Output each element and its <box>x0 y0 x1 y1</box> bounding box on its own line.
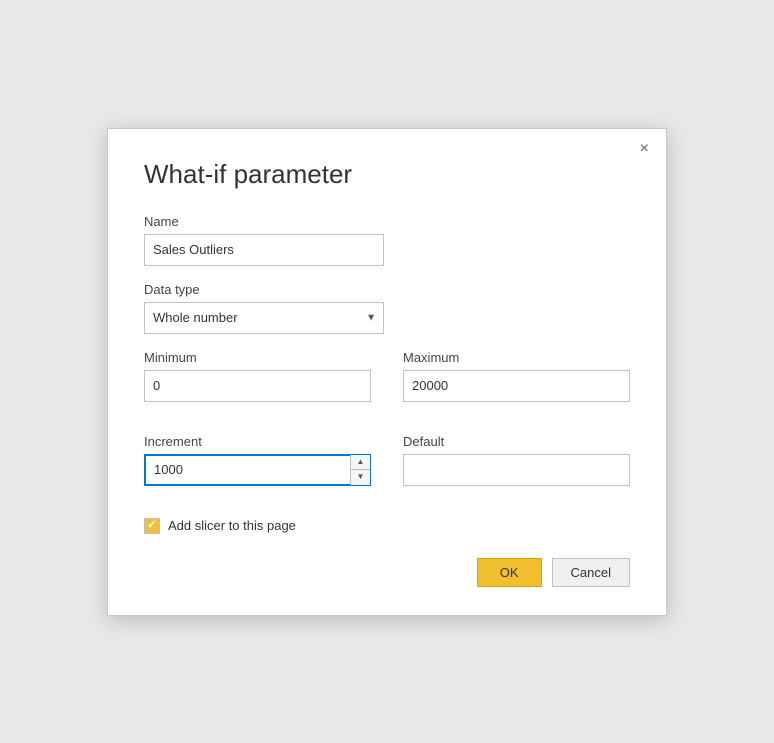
increment-group: Increment ▲ ▼ <box>144 434 371 486</box>
data-type-select[interactable]: Whole number Decimal number Fixed decima… <box>144 302 384 334</box>
data-type-select-wrapper: Whole number Decimal number Fixed decima… <box>144 302 384 334</box>
increment-label: Increment <box>144 434 371 449</box>
minimum-group: Minimum <box>144 350 371 402</box>
increment-col: Increment ▲ ▼ <box>144 434 371 502</box>
minimum-label: Minimum <box>144 350 371 365</box>
increment-wrapper: ▲ ▼ <box>144 454 371 486</box>
maximum-group: Maximum <box>403 350 630 402</box>
name-label: Name <box>144 214 630 229</box>
increment-input[interactable] <box>144 454 371 486</box>
cancel-button[interactable]: Cancel <box>552 558 630 587</box>
dialog: × What-if parameter Name Data type Whole… <box>107 128 667 616</box>
spinner-buttons: ▲ ▼ <box>350 455 370 485</box>
dialog-overlay: × What-if parameter Name Data type Whole… <box>0 0 774 743</box>
maximum-label: Maximum <box>403 350 630 365</box>
add-slicer-label: Add slicer to this page <box>168 518 296 533</box>
spinner-up-button[interactable]: ▲ <box>351 455 370 471</box>
checkmark-icon: ✓ <box>147 520 156 531</box>
dialog-title: What-if parameter <box>144 159 630 190</box>
default-col: Default <box>403 434 630 502</box>
close-button[interactable]: × <box>635 139 654 159</box>
default-input[interactable] <box>403 454 630 486</box>
spinner-down-button[interactable]: ▼ <box>351 470 370 485</box>
data-type-label: Data type <box>144 282 630 297</box>
min-max-row: Minimum Maximum <box>144 350 630 418</box>
increment-default-row: Increment ▲ ▼ Default <box>144 434 630 502</box>
default-label: Default <box>403 434 630 449</box>
add-slicer-checkbox[interactable]: ✓ <box>144 518 160 534</box>
minimum-col: Minimum <box>144 350 371 418</box>
default-group: Default <box>403 434 630 486</box>
dialog-footer: OK Cancel <box>144 558 630 587</box>
name-input[interactable] <box>144 234 384 266</box>
name-group: Name <box>144 214 630 266</box>
maximum-input[interactable] <box>403 370 630 402</box>
data-type-group: Data type Whole number Decimal number Fi… <box>144 282 630 334</box>
minimum-input[interactable] <box>144 370 371 402</box>
maximum-col: Maximum <box>403 350 630 418</box>
slicer-checkbox-row: ✓ Add slicer to this page <box>144 518 630 534</box>
ok-button[interactable]: OK <box>477 558 542 587</box>
